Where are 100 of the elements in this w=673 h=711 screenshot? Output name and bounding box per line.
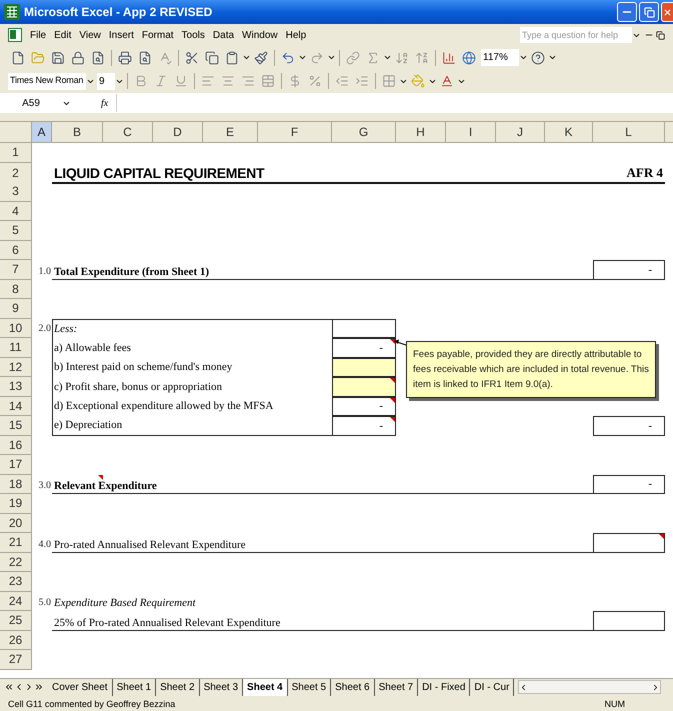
font-size-field[interactable]: 9 (97, 72, 115, 90)
menu-item[interactable]: Insert (108, 28, 134, 42)
row-label: b) Interest paid on scheme/fund's money (53, 360, 232, 375)
row-header[interactable]: 6 (0, 240, 32, 260)
column-header[interactable]: I (446, 122, 496, 142)
row-header[interactable]: 5 (0, 221, 32, 240)
menu-item[interactable]: Edit (54, 28, 72, 42)
value-cell: - (332, 396, 396, 416)
row-header[interactable]: 24 (0, 592, 32, 611)
horizontal-scrollbar[interactable] (518, 680, 661, 694)
row-header[interactable]: 22 (0, 552, 32, 572)
row-header[interactable]: 7 (0, 260, 32, 280)
row-header[interactable]: 8 (0, 280, 32, 299)
row-label: d) Exceptional expenditure allowed by the MFSA (53, 399, 274, 414)
restore-icon (644, 6, 654, 18)
row-header[interactable]: 15 (0, 416, 32, 436)
caret-icon[interactable] (298, 53, 307, 62)
row-header[interactable]: 20 (0, 514, 32, 533)
caret-icon[interactable] (383, 53, 392, 62)
row-header[interactable]: 25 (0, 611, 32, 630)
row-header[interactable]: 2 (0, 162, 32, 184)
column-header[interactable]: J (496, 122, 545, 142)
sheet-tab[interactable]: Sheet 4 (243, 678, 288, 696)
menu-item[interactable]: Format (142, 28, 174, 42)
comment-marker-icon (390, 378, 395, 383)
status-message: Cell G11 commented by Geoffrey Bezzina (8, 698, 176, 711)
row-label: Total Expenditure (from Sheet 1) (53, 266, 210, 278)
total-cell: - (593, 474, 665, 494)
value-cell: - (332, 416, 396, 436)
total-cell: - (593, 416, 665, 436)
first-sheet-icon[interactable] (4, 682, 14, 692)
last-sheet-icon[interactable] (34, 682, 44, 692)
name-box[interactable]: A59 (0, 94, 62, 112)
total-cell: - (593, 260, 665, 280)
row-header[interactable]: 18 (0, 474, 32, 494)
column-header[interactable]: C (103, 122, 153, 142)
row-header[interactable]: 16 (0, 436, 32, 455)
menu-item[interactable]: Window (242, 28, 278, 42)
menu-item[interactable]: View (79, 28, 101, 42)
column-header[interactable]: A (32, 122, 52, 142)
restore-icon[interactable] (656, 30, 665, 40)
menu-item[interactable]: File (30, 28, 46, 42)
row-label: e) Depreciation (53, 418, 122, 433)
row-header[interactable]: 19 (0, 494, 32, 514)
row-header[interactable]: 12 (0, 358, 32, 377)
caret-icon[interactable] (519, 53, 528, 62)
scroll-right-icon[interactable] (651, 682, 660, 692)
spreadsheet-logo-icon (4, 4, 20, 20)
column-header[interactable]: E (203, 122, 258, 142)
row-header[interactable]: 4 (0, 202, 32, 221)
font-name-field[interactable]: Times New Roman (8, 72, 86, 90)
workbook-icon[interactable] (8, 28, 22, 42)
column-header[interactable]: K (545, 122, 593, 142)
comment-popup: Fees payable, provided they are directly attributable to fees receivable which are included in total revenue. This item is linked to IFR1 Item 9.0(a). (406, 341, 656, 398)
caret-icon[interactable] (242, 53, 251, 62)
close-button[interactable] (661, 2, 673, 22)
comment-marker-icon (390, 398, 395, 402)
column-header[interactable]: F (258, 122, 332, 142)
menu-item[interactable]: Help (286, 28, 306, 42)
value-cell: - (332, 338, 396, 358)
row-header[interactable]: 21 (0, 533, 32, 552)
row-label: a) Allowable fees (53, 340, 131, 356)
section-number: 4.0 (38, 538, 52, 552)
row-label: Expenditure Based Requirement (53, 597, 196, 609)
restore-button[interactable] (639, 2, 659, 22)
row-header[interactable]: 3 (0, 182, 32, 202)
column-header[interactable]: G (332, 122, 396, 142)
menu-item[interactable]: Data (212, 28, 234, 42)
column-header[interactable]: B (52, 122, 103, 142)
row-header[interactable]: 1 (0, 143, 32, 162)
comment-marker-icon (98, 474, 103, 480)
row-label: 25% of Pro-rated Annualised Relevant Expenditure (53, 616, 280, 628)
column-header[interactable]: H (396, 122, 446, 142)
section-number: 2.0 (38, 322, 52, 336)
comment-arrow (393, 339, 409, 347)
minimize-button[interactable] (617, 2, 637, 22)
row-label: Relevant Expenditure (53, 480, 157, 492)
help-search-field[interactable]: Type a question for help (520, 27, 632, 43)
menu-item[interactable]: Tools (182, 28, 205, 42)
column-header[interactable]: D (153, 122, 203, 142)
function-label[interactable]: fx (101, 96, 108, 110)
section-number: 1.0 (38, 266, 52, 278)
row-header[interactable]: 11 (0, 338, 32, 358)
comment-marker-icon (390, 417, 395, 422)
row-header[interactable]: 14 (0, 396, 32, 416)
row-header[interactable]: 27 (0, 650, 32, 670)
caret-icon[interactable] (327, 53, 336, 62)
row-header[interactable]: 17 (0, 455, 32, 474)
row-header[interactable]: 13 (0, 377, 32, 396)
row-header[interactable]: 10 (0, 318, 32, 338)
caret-icon[interactable] (548, 53, 557, 62)
section-number: 3.0 (38, 480, 52, 493)
row-label: c) Profit share, bonus or appropriation (53, 380, 222, 394)
zoom-field[interactable]: 117% (481, 49, 519, 66)
row-label: Pro-rated Annualised Relevant Expenditure (53, 538, 246, 550)
row-header[interactable]: 9 (0, 299, 32, 318)
row-header[interactable]: 23 (0, 572, 32, 592)
row-label: Less: (53, 322, 78, 336)
row-header[interactable]: 26 (0, 630, 32, 650)
sheet-title: LIQUID CAPITAL REQUIREMENT (53, 164, 266, 183)
